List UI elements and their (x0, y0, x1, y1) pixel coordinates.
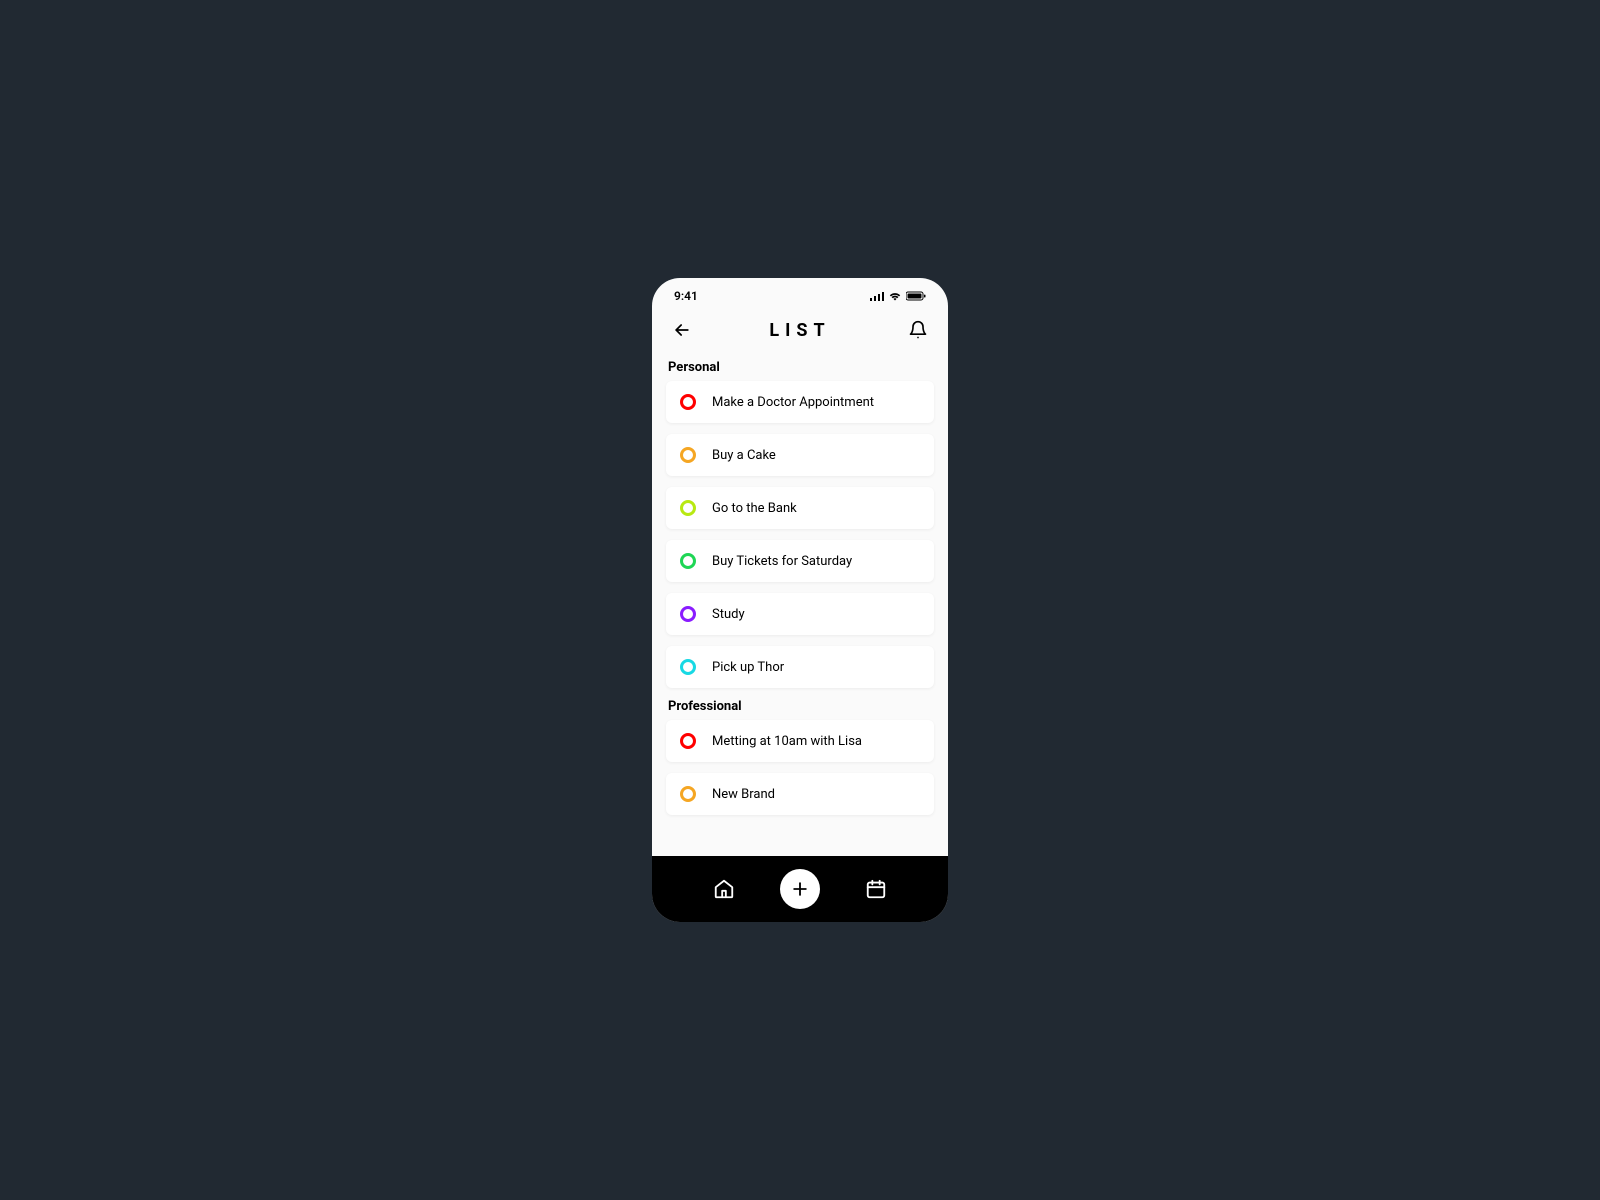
status-bar: 9:41 (652, 282, 948, 310)
priority-ring-icon (680, 500, 696, 516)
status-time: 9:41 (674, 289, 698, 303)
status-indicators (870, 291, 926, 301)
bottom-nav (652, 856, 948, 922)
task-label: Pick up Thor (712, 660, 784, 675)
home-icon (713, 878, 735, 900)
task-label: Study (712, 607, 745, 622)
plus-icon (790, 879, 810, 899)
calendar-icon (865, 878, 887, 900)
page-title: LIST (769, 320, 830, 341)
battery-icon (906, 291, 926, 301)
arrow-left-icon (672, 320, 692, 340)
back-button[interactable] (670, 318, 694, 342)
priority-ring-icon (680, 659, 696, 675)
phone-frame: 9:41 (652, 278, 948, 922)
notifications-button[interactable] (906, 318, 930, 342)
priority-ring-icon (680, 606, 696, 622)
task-card[interactable]: Go to the Bank (666, 487, 934, 529)
signal-icon (870, 291, 884, 301)
priority-ring-icon (680, 447, 696, 463)
priority-ring-icon (680, 733, 696, 749)
nav-calendar-button[interactable] (864, 877, 888, 901)
priority-ring-icon (680, 394, 696, 410)
header: LIST (652, 310, 948, 350)
priority-ring-icon (680, 553, 696, 569)
task-label: New Brand (712, 787, 775, 802)
task-label: Buy a Cake (712, 448, 776, 463)
add-task-button[interactable] (780, 869, 820, 909)
task-card[interactable]: Buy Tickets for Saturday (666, 540, 934, 582)
bell-icon (908, 320, 928, 340)
task-card[interactable]: Metting at 10am with Lisa (666, 720, 934, 762)
task-card[interactable]: Pick up Thor (666, 646, 934, 688)
task-label: Go to the Bank (712, 501, 797, 516)
priority-ring-icon (680, 786, 696, 802)
task-card[interactable]: Make a Doctor Appointment (666, 381, 934, 423)
task-label: Metting at 10am with Lisa (712, 734, 862, 749)
task-card[interactable]: Buy a Cake (666, 434, 934, 476)
task-label: Buy Tickets for Saturday (712, 554, 852, 569)
section-title-professional: Professional (668, 699, 932, 714)
task-card[interactable]: New Brand (666, 773, 934, 815)
task-label: Make a Doctor Appointment (712, 395, 874, 410)
content: Personal Make a Doctor Appointment Buy a… (652, 350, 948, 856)
task-card[interactable]: Study (666, 593, 934, 635)
section-title-personal: Personal (668, 360, 932, 375)
nav-home-button[interactable] (712, 877, 736, 901)
wifi-icon (888, 291, 902, 301)
